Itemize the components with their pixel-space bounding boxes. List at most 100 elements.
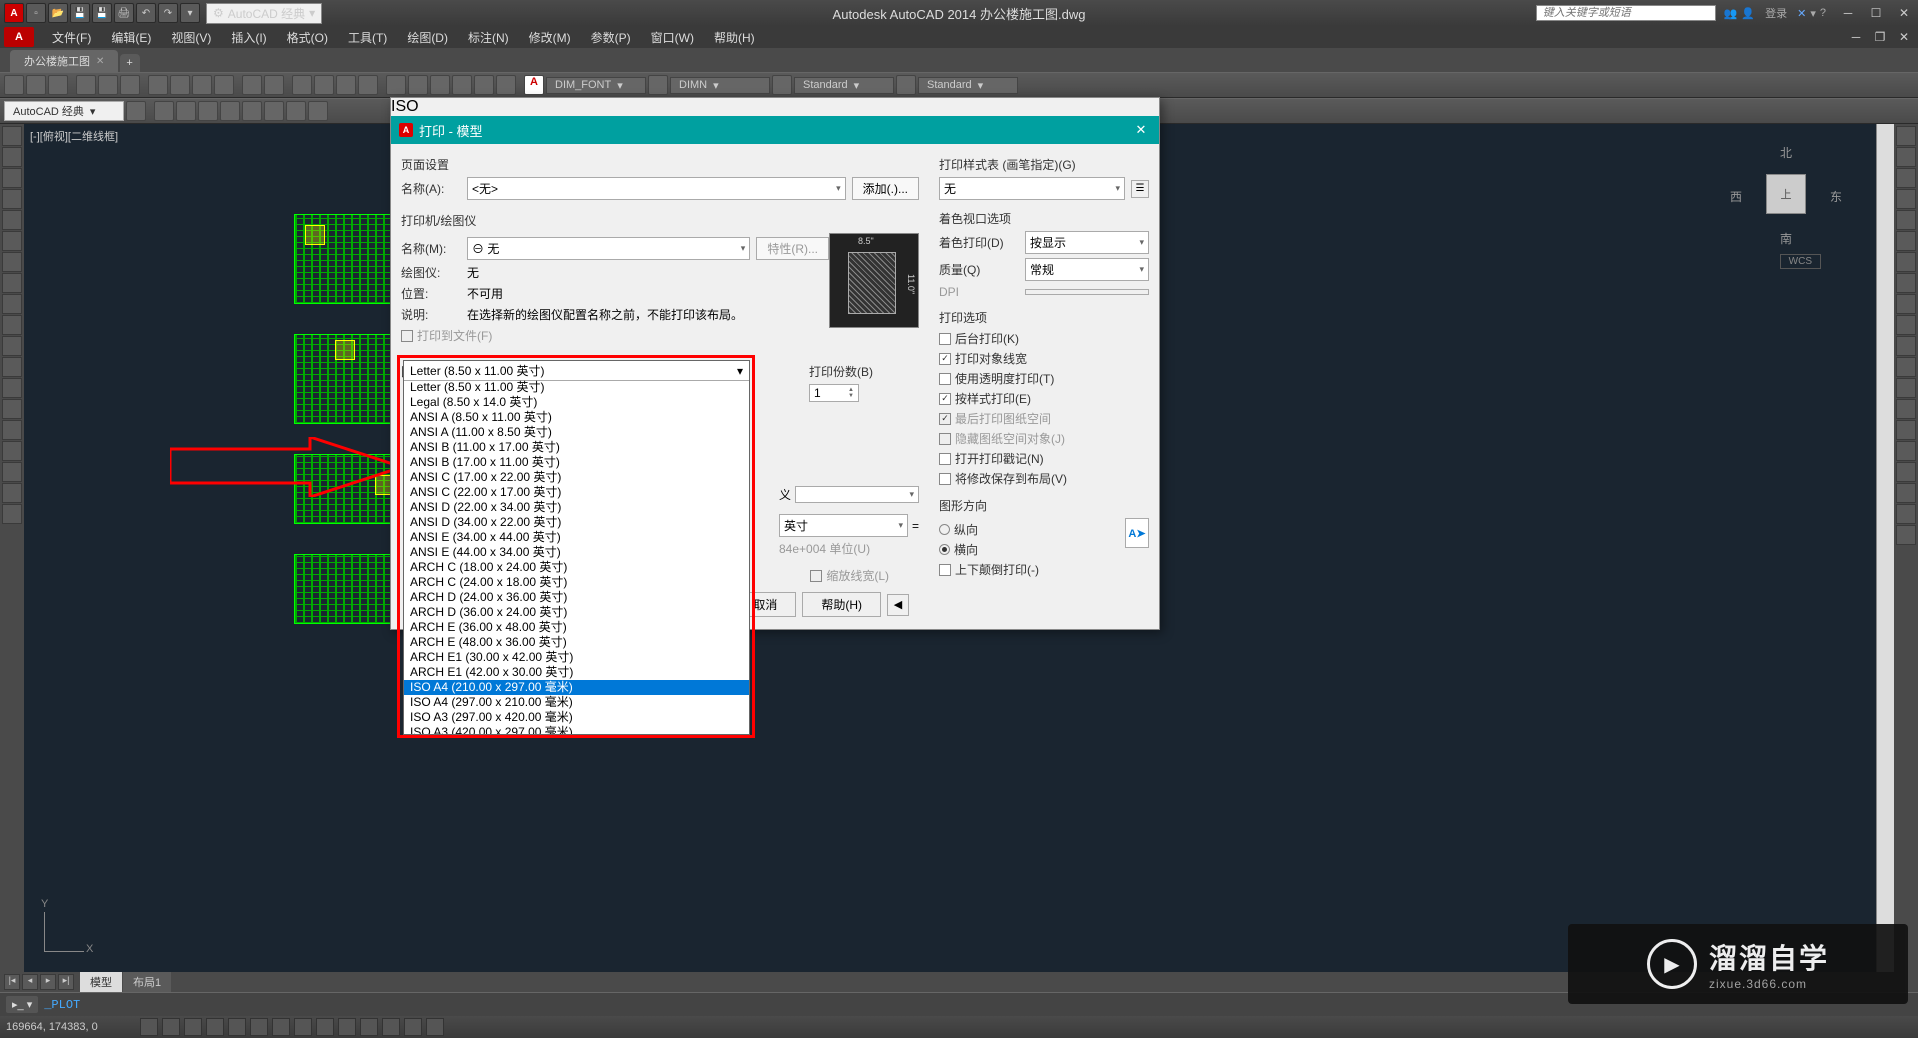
paper-size-option[interactable]: ARCH E (48.00 x 36.00 英寸)	[404, 635, 749, 650]
dimstyle-combo[interactable]: DIMN▾	[670, 77, 770, 94]
tb-textstyle-icon[interactable]: A	[524, 75, 544, 95]
dropdown-icon[interactable]: ▾	[1810, 7, 1816, 20]
pline-icon[interactable]	[2, 147, 22, 167]
polygon-icon[interactable]	[2, 231, 22, 251]
copies-spinner[interactable]: 1 ▲▼	[809, 384, 859, 402]
paper-size-option[interactable]: ISO A4 (210.00 x 297.00 毫米)	[404, 680, 749, 695]
tb-plot-icon[interactable]	[76, 75, 96, 95]
mdi-minimize[interactable]: ─	[1846, 29, 1866, 45]
tb-save-icon[interactable]	[48, 75, 68, 95]
cube-north[interactable]: 北	[1780, 144, 1792, 161]
tab-model[interactable]: 模型	[80, 972, 122, 992]
paper-size-option[interactable]: ANSI E (44.00 x 34.00 英寸)	[404, 545, 749, 560]
polar-icon[interactable]	[206, 1018, 224, 1036]
qp-icon[interactable]	[382, 1018, 400, 1036]
shade-plot-combo[interactable]: 按显示▾	[1025, 231, 1149, 254]
paper-size-option[interactable]: ARCH C (24.00 x 18.00 英寸)	[404, 575, 749, 590]
scale-icon[interactable]	[1896, 357, 1916, 377]
ducs-icon[interactable]	[294, 1018, 312, 1036]
menu-item[interactable]: 格式(O)	[277, 27, 338, 48]
view-cube[interactable]: 北 西 东 南 上	[1736, 144, 1836, 264]
chamfer-icon[interactable]	[1896, 483, 1916, 503]
line-icon[interactable]	[2, 126, 22, 146]
new-tab-button[interactable]: +	[120, 54, 140, 72]
zoom-tool-icon[interactable]	[1896, 168, 1916, 188]
menu-item[interactable]: 视图(V)	[161, 27, 221, 48]
cube-top[interactable]: 上	[1766, 174, 1806, 214]
menu-item[interactable]: 帮助(H)	[704, 27, 765, 48]
close-button[interactable]: ✕	[1894, 5, 1914, 21]
fillet-icon[interactable]	[1896, 504, 1916, 524]
infocenter-icon[interactable]: 👥	[1724, 7, 1738, 20]
plot-stamp-checkbox[interactable]	[939, 453, 951, 465]
tablestyle-combo[interactable]: Standard▾	[794, 77, 894, 94]
paper-size-option[interactable]: ARCH D (36.00 x 24.00 英寸)	[404, 605, 749, 620]
paper-size-combo-header[interactable]: Letter (8.50 x 11.00 英寸) ▾	[403, 360, 750, 381]
menu-item[interactable]: 编辑(E)	[101, 27, 161, 48]
tpy-icon[interactable]	[360, 1018, 378, 1036]
grid-icon[interactable]	[162, 1018, 180, 1036]
tb-zoomwin-icon[interactable]	[336, 75, 356, 95]
tb-sheet-icon[interactable]	[452, 75, 472, 95]
tb-mleader-icon[interactable]	[896, 75, 916, 95]
tb-tablestyle-icon[interactable]	[772, 75, 792, 95]
snap-icon[interactable]	[140, 1018, 158, 1036]
tb-new-icon[interactable]	[4, 75, 24, 95]
dialog-close-button[interactable]: ✕	[1131, 122, 1151, 138]
layer-lock-icon[interactable]	[220, 101, 240, 121]
point-icon[interactable]	[2, 315, 22, 335]
save-icon[interactable]: 💾	[70, 3, 90, 23]
paper-size-option[interactable]: ISO A3 (420.00 x 297.00 毫米)	[404, 725, 749, 734]
menu-item[interactable]: 工具(T)	[338, 27, 397, 48]
textstyle-combo[interactable]: DIM_FONT▾	[546, 77, 646, 94]
gradient-icon[interactable]	[2, 441, 22, 461]
bg-print-checkbox[interactable]	[939, 333, 951, 345]
layer-on-icon[interactable]	[176, 101, 196, 121]
menu-item[interactable]: 文件(F)	[42, 27, 101, 48]
app-menu-icon[interactable]: A	[4, 3, 24, 23]
sc-icon[interactable]	[404, 1018, 422, 1036]
qat-dropdown-icon[interactable]: ▾	[180, 3, 200, 23]
otrack-icon[interactable]	[272, 1018, 290, 1036]
tb-pan-icon[interactable]	[292, 75, 312, 95]
join-icon[interactable]	[1896, 462, 1916, 482]
array-icon[interactable]	[1896, 294, 1916, 314]
workspace-selector[interactable]: ⚙ AutoCAD 经典 ▾	[206, 3, 322, 24]
tab-prev-icon[interactable]: ◂	[22, 974, 38, 990]
spin-down-icon[interactable]: ▼	[848, 393, 854, 399]
paper-size-option[interactable]: ARCH E1 (30.00 x 42.00 英寸)	[404, 650, 749, 665]
tb-tool-palette-icon[interactable]	[430, 75, 450, 95]
osnap-icon[interactable]	[228, 1018, 246, 1036]
menu-item[interactable]: 修改(M)	[519, 27, 581, 48]
hatch-icon[interactable]	[2, 273, 22, 293]
printer-combo[interactable]: ⊖ 无▾	[467, 237, 750, 260]
tb-preview-icon[interactable]	[98, 75, 118, 95]
viewport-label[interactable]: [-][俯视][二维线框]	[30, 128, 118, 144]
break-icon[interactable]	[1896, 441, 1916, 461]
printer-props-button[interactable]: 特性(R)...	[756, 237, 829, 260]
block-icon[interactable]	[2, 336, 22, 356]
tb-copy-icon[interactable]	[170, 75, 190, 95]
landscape-radio[interactable]	[939, 544, 950, 555]
cube-west[interactable]: 西	[1730, 188, 1742, 205]
paper-size-option[interactable]: ANSI A (8.50 x 11.00 英寸)	[404, 410, 749, 425]
tb-dimstyle-icon[interactable]	[648, 75, 668, 95]
paper-size-option[interactable]: ANSI D (34.00 x 22.00 英寸)	[404, 515, 749, 530]
paper-size-option[interactable]: ARCH E (36.00 x 48.00 英寸)	[404, 620, 749, 635]
search-input[interactable]	[1536, 5, 1716, 21]
plot-styles-checkbox[interactable]	[939, 393, 951, 405]
paper-size-option[interactable]: ARCH C (18.00 x 24.00 英寸)	[404, 560, 749, 575]
layer-color-icon[interactable]	[242, 101, 262, 121]
layer-more2-icon[interactable]	[286, 101, 306, 121]
move-icon[interactable]	[1896, 315, 1916, 335]
tb-calc-icon[interactable]	[496, 75, 516, 95]
explode-icon[interactable]	[1896, 525, 1916, 545]
paper-size-option[interactable]: ANSI C (17.00 x 22.00 英寸)	[404, 470, 749, 485]
workspace-combo[interactable]: AutoCAD 经典▾	[4, 101, 124, 121]
units-combo[interactable]: 英寸▾	[779, 514, 908, 537]
lwt-icon[interactable]	[338, 1018, 356, 1036]
tb-match-icon[interactable]	[214, 75, 234, 95]
command-prompt-icon[interactable]: ▸_ ▾	[6, 996, 38, 1013]
dyn-icon[interactable]	[316, 1018, 334, 1036]
plot-style-combo[interactable]: 无▾	[939, 177, 1125, 200]
